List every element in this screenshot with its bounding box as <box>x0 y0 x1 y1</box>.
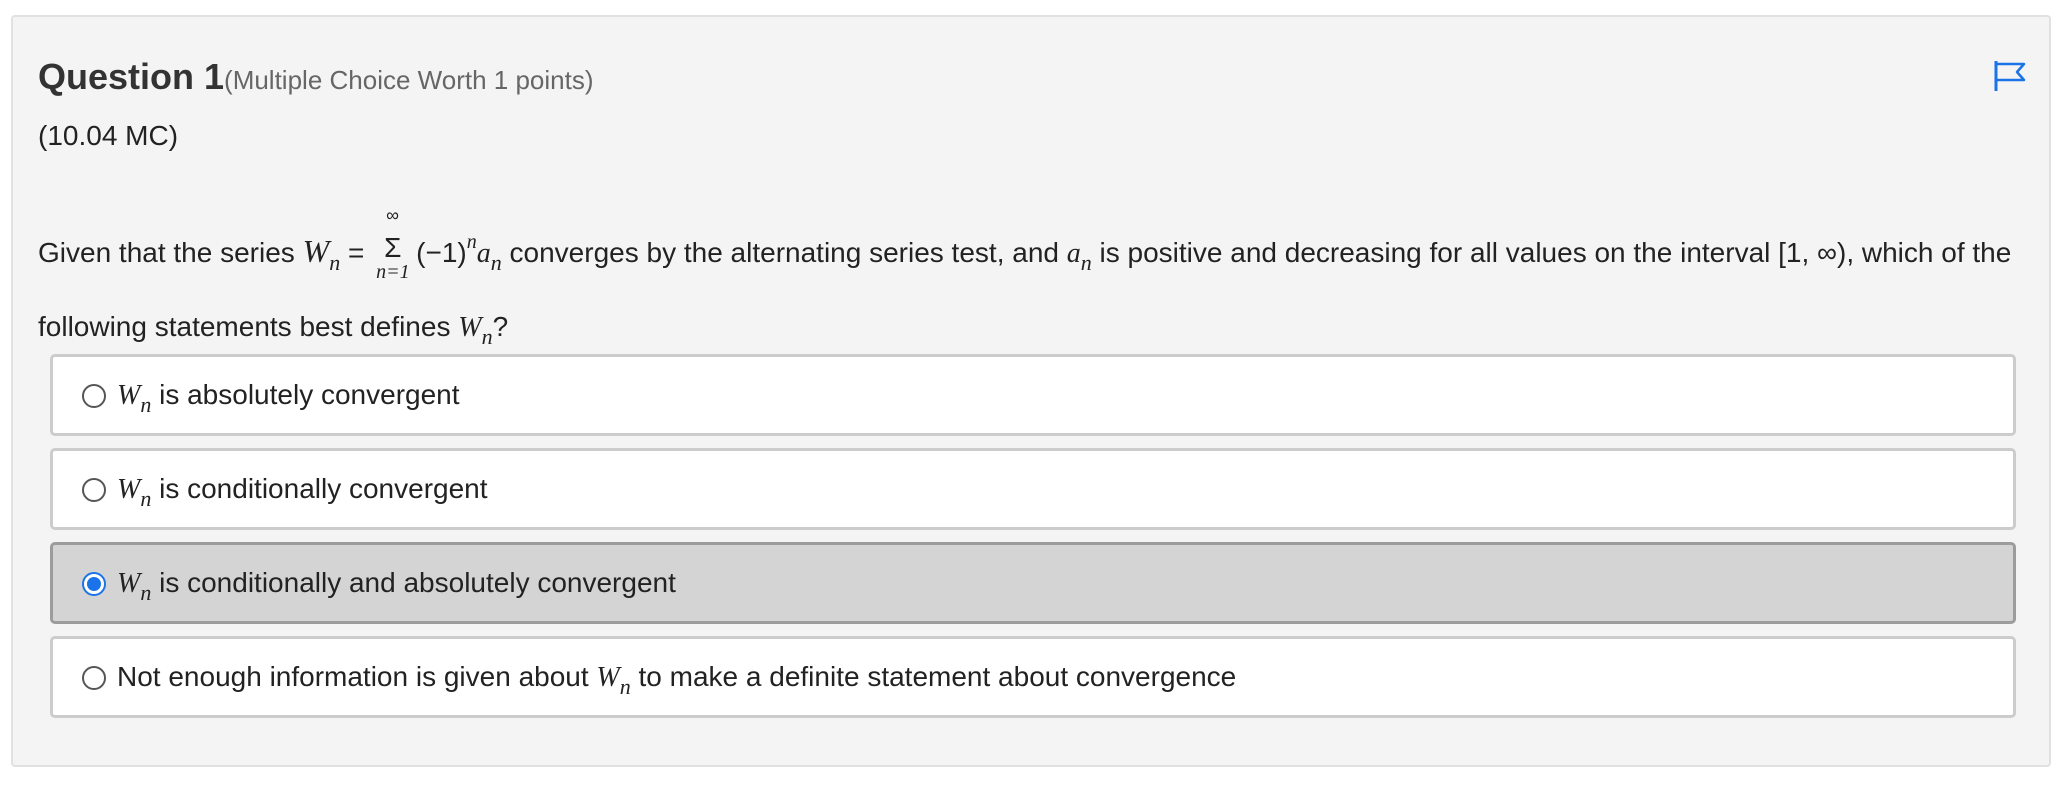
option-text: is conditionally convergent <box>159 473 488 504</box>
stem-end: ? <box>492 311 509 342</box>
question-subtitle: (Multiple Choice Worth 1 points) <box>224 65 594 95</box>
stem-W-sub: n <box>481 324 493 349</box>
answer-option-2[interactable]: Wn is conditionally convergent <box>50 448 2016 530</box>
option-W: W <box>117 380 141 411</box>
question-stem: Given that the series Wn = ∞ Σ n=1 (−1)n… <box>38 206 2028 369</box>
answer-option-4[interactable]: Not enough information is given about Wn… <box>50 636 2016 718</box>
series-a-sub: n <box>490 250 502 275</box>
option-label: Wn is absolutely convergent <box>117 379 460 418</box>
sigma-lower: n=1 <box>376 261 410 283</box>
option-label: Wn is conditionally and absolutely conve… <box>117 567 676 606</box>
option-text-pre: Not enough information is given about <box>117 661 589 692</box>
option-W: W <box>117 474 141 505</box>
option-text: is conditionally and absolutely converge… <box>159 567 676 598</box>
question-code: (10.04 MC) <box>38 120 179 151</box>
option-W: W <box>596 662 620 693</box>
series-W: W <box>302 233 330 269</box>
option-text-post: to make a definite statement about conve… <box>638 661 1237 692</box>
radio-button[interactable] <box>82 666 106 690</box>
series-W-sub: n <box>329 250 341 275</box>
summation: ∞ Σ n=1 <box>376 206 414 282</box>
series-a: a <box>476 238 491 269</box>
series-factor: (−1) <box>416 237 467 268</box>
option-W: W <box>117 568 141 599</box>
option-W-sub: n <box>619 674 631 699</box>
stem-W: W <box>458 312 482 343</box>
radio-button[interactable] <box>82 572 106 596</box>
option-label: Wn is conditionally convergent <box>117 473 488 512</box>
option-text: is absolutely convergent <box>159 379 460 410</box>
flag-icon[interactable] <box>1992 58 2028 94</box>
sigma-symbol: Σ <box>384 232 402 263</box>
question-title: Question 1(Multiple Choice Worth 1 point… <box>38 56 593 98</box>
option-W-sub: n <box>140 392 152 417</box>
stem-part2: converges by the alternating series test… <box>509 237 1059 268</box>
radio-dot <box>87 577 101 591</box>
answer-option-3[interactable]: Wn is conditionally and absolutely conve… <box>50 542 2016 624</box>
radio-button[interactable] <box>82 384 106 408</box>
answer-options: Wn is absolutely convergent Wn is condit… <box>50 354 2016 730</box>
answer-option-1[interactable]: Wn is absolutely convergent <box>50 354 2016 436</box>
sigma-upper: ∞ <box>386 205 400 225</box>
option-W-sub: n <box>140 580 152 605</box>
equals-sign: = <box>348 237 365 268</box>
stem-a-sub: n <box>1080 250 1092 275</box>
stem-a: a <box>1066 238 1081 269</box>
option-W-sub: n <box>140 486 152 511</box>
radio-button[interactable] <box>82 478 106 502</box>
question-number: Question 1 <box>38 56 225 97</box>
option-label: Not enough information is given about Wn… <box>117 661 1236 700</box>
stem-part1: Given that the series <box>38 237 295 268</box>
series-factor-exp: n <box>466 231 477 253</box>
